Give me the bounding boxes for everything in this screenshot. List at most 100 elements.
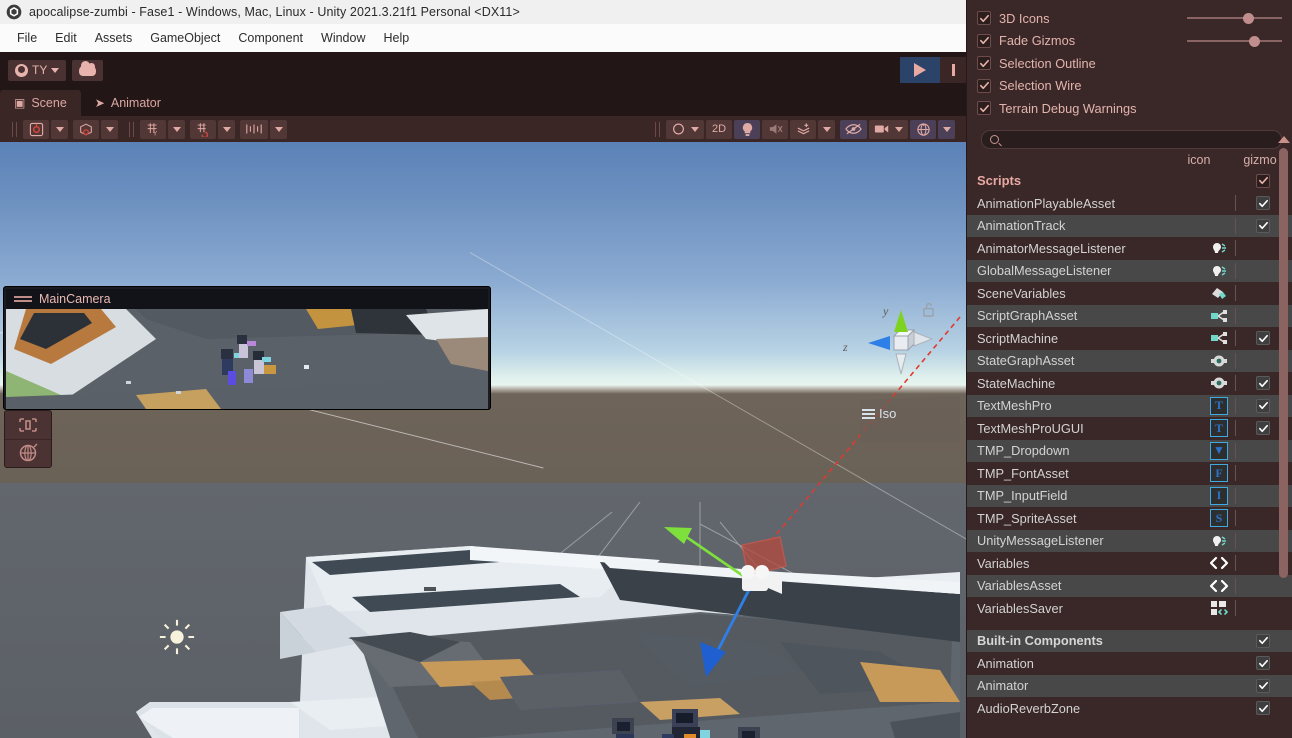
- scene-camera-icon[interactable]: [869, 119, 908, 139]
- grid-axis-dropdown[interactable]: [168, 119, 185, 139]
- grid-axis-y-icon[interactable]: Y: [140, 119, 166, 139]
- tool-handle-position-dropdown[interactable]: [51, 119, 68, 139]
- menu-item-gameobject[interactable]: GameObject: [141, 28, 229, 48]
- scene-fx-icon[interactable]: [790, 119, 816, 139]
- account-button[interactable]: TY: [8, 59, 67, 81]
- table-row[interactable]: VariablesSaver: [967, 597, 1292, 620]
- checkbox-fade-gizmos[interactable]: [977, 33, 991, 48]
- table-row[interactable]: TextMeshProUGUI T: [967, 417, 1292, 440]
- table-row[interactable]: StateMachine: [967, 372, 1292, 395]
- pivot-rotation-dropdown[interactable]: [101, 119, 118, 139]
- slider-knob[interactable]: [1249, 35, 1260, 47]
- tool-handle-position-icon[interactable]: [23, 119, 49, 139]
- table-row[interactable]: SceneVariables: [967, 282, 1292, 305]
- shading-mode-icon[interactable]: [666, 119, 704, 139]
- pivot-rotation-icon[interactable]: [73, 119, 99, 139]
- section-gizmo-checkbox[interactable]: [1256, 633, 1270, 648]
- tab-animator[interactable]: ➤ Animator: [81, 90, 175, 116]
- table-row[interactable]: AnimatorMessageListener: [967, 237, 1292, 260]
- table-row[interactable]: AudioReverbZone: [967, 697, 1292, 720]
- checkbox-terrain-debug-warnings[interactable]: [977, 101, 991, 116]
- gizmo-toggle-terrain-debug-warnings[interactable]: Terrain Debug Warnings: [977, 97, 1282, 120]
- directional-light-sun-icon[interactable]: [158, 618, 196, 656]
- row-gizmo-checkbox[interactable]: [1256, 701, 1270, 716]
- scroll-up-arrow-icon[interactable]: [1278, 136, 1290, 143]
- gizmo-list-scrollbar[interactable]: [1278, 136, 1290, 734]
- table-row[interactable]: AnimationPlayableAsset: [967, 192, 1292, 215]
- row-gizmo-checkbox[interactable]: [1256, 421, 1270, 436]
- camera-preview-title: MainCamera: [39, 292, 111, 306]
- menu-item-edit[interactable]: Edit: [46, 28, 86, 48]
- gizmo-toggle-fade-gizmos[interactable]: Fade Gizmos: [977, 30, 1282, 53]
- drag-handle-icon[interactable]: [14, 295, 32, 303]
- grid-snapping-dropdown[interactable]: [218, 119, 235, 139]
- table-row[interactable]: ScriptGraphAsset: [967, 304, 1292, 327]
- scene-lighting-icon[interactable]: [734, 119, 760, 139]
- row-divider: [1235, 307, 1236, 324]
- menu-item-window[interactable]: Window: [312, 28, 374, 48]
- grid-snapping-icon[interactable]: [190, 119, 216, 139]
- scene-camera-overlay-icon[interactable]: [5, 438, 51, 468]
- table-row[interactable]: VariablesAsset: [967, 574, 1292, 597]
- gizmos-dropdown-button[interactable]: [938, 119, 955, 139]
- increment-snap-icon[interactable]: [240, 119, 268, 139]
- row-gizmo-checkbox[interactable]: [1256, 656, 1270, 671]
- slider-fade-gizmos[interactable]: [1187, 34, 1282, 48]
- slider-knob[interactable]: [1243, 13, 1254, 25]
- menu-item-help[interactable]: Help: [374, 28, 418, 48]
- scene-viewport[interactable]: MainCamera y z Iso: [0, 142, 966, 738]
- camera-preview-panel[interactable]: MainCamera: [4, 287, 490, 409]
- gizmo-toggle-selection-outline[interactable]: Selection Outline: [977, 52, 1282, 75]
- play-button[interactable]: [900, 57, 940, 83]
- checkbox-selection-outline[interactable]: [977, 56, 991, 71]
- row-gizmo-checkbox[interactable]: [1256, 196, 1270, 211]
- gizmo-toggle-selection-wire[interactable]: Selection Wire: [977, 75, 1282, 98]
- table-row[interactable]: TextMeshPro T: [967, 394, 1292, 417]
- scene-visibility-icon[interactable]: [840, 119, 867, 139]
- table-row[interactable]: TMP_FontAsset F: [967, 462, 1292, 485]
- table-row[interactable]: GlobalMessageListener: [967, 259, 1292, 282]
- table-row[interactable]: Variables: [967, 552, 1292, 575]
- row-divider: [1235, 397, 1236, 414]
- checkbox-3d-icons[interactable]: [977, 11, 991, 26]
- row-gizmo-checkbox[interactable]: [1256, 218, 1270, 233]
- tab-scene[interactable]: ▣ Scene: [0, 90, 81, 116]
- gizmos-toggle-icon[interactable]: [910, 119, 936, 139]
- increment-snap-dropdown[interactable]: [270, 119, 287, 139]
- table-row[interactable]: TMP_SpriteAsset S: [967, 507, 1292, 530]
- checkbox-selection-wire[interactable]: [977, 78, 991, 93]
- search-icon: [990, 134, 999, 144]
- slider-3d-icons[interactable]: [1187, 11, 1282, 25]
- gizmo-list[interactable]: Scripts AnimationPlayableAsset Animation…: [967, 169, 1292, 720]
- lock-open-icon[interactable]: [922, 302, 935, 317]
- section-gizmo-checkbox[interactable]: [1256, 173, 1270, 188]
- row-gizmo-checkbox[interactable]: [1256, 398, 1270, 413]
- gizmo-toggle-3d-icons[interactable]: 3D Icons: [977, 7, 1282, 30]
- section-header-builtin-components[interactable]: Built-in Components: [967, 629, 1292, 652]
- scrollbar-thumb[interactable]: [1279, 148, 1288, 578]
- scene-orientation-overlay-icon[interactable]: [5, 411, 51, 439]
- search-input[interactable]: [981, 129, 1282, 149]
- scene-projection-label[interactable]: Iso: [862, 406, 896, 421]
- menu-item-component[interactable]: Component: [229, 28, 312, 48]
- table-row[interactable]: TMP_InputField I: [967, 484, 1292, 507]
- row-gizmo-checkbox[interactable]: [1256, 678, 1270, 693]
- table-row[interactable]: UnityMessageListener: [967, 529, 1292, 552]
- scene-fx-dropdown[interactable]: [818, 119, 835, 139]
- menu-item-file[interactable]: File: [8, 28, 46, 48]
- row-label: AnimationTrack: [977, 218, 1066, 234]
- table-row[interactable]: StateGraphAsset: [967, 349, 1292, 372]
- pause-button[interactable]: [940, 57, 966, 83]
- table-row[interactable]: AnimationTrack: [967, 214, 1292, 237]
- row-gizmo-checkbox[interactable]: [1256, 331, 1270, 346]
- table-row[interactable]: Animator: [967, 674, 1292, 697]
- view-2d-toggle[interactable]: 2D: [706, 119, 732, 139]
- row-gizmo-checkbox[interactable]: [1256, 376, 1270, 391]
- table-row[interactable]: TMP_Dropdown ▼: [967, 439, 1292, 462]
- table-row[interactable]: Animation: [967, 652, 1292, 675]
- unity-cloud-button[interactable]: [72, 59, 104, 81]
- scene-audio-icon[interactable]: [762, 119, 788, 139]
- table-row[interactable]: ScriptMachine: [967, 327, 1292, 350]
- section-header-scripts[interactable]: Scripts: [967, 169, 1292, 192]
- menu-item-assets[interactable]: Assets: [86, 28, 142, 48]
